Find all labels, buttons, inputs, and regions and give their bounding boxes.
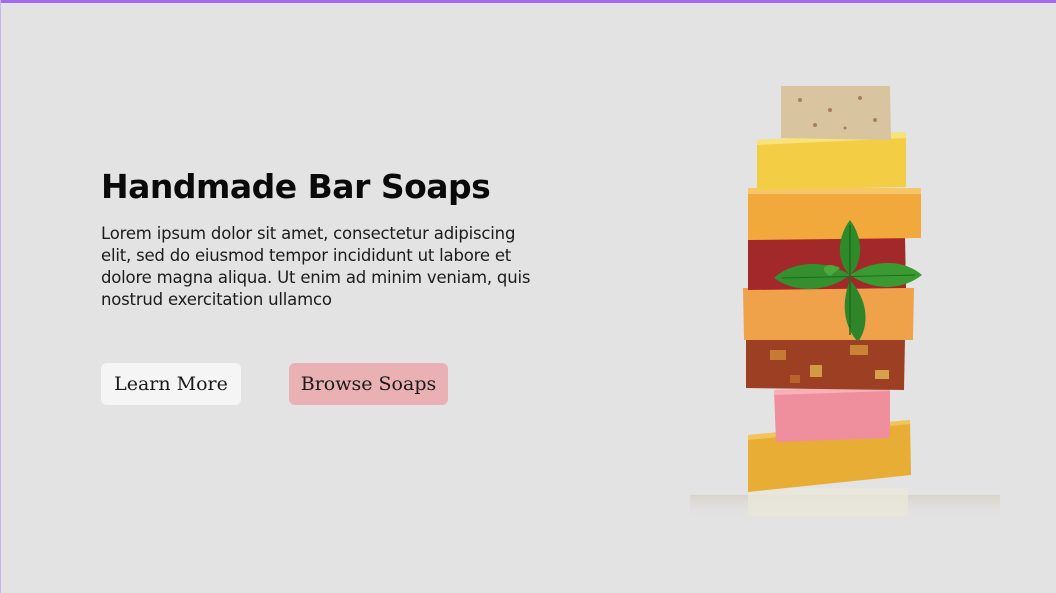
learn-more-button[interactable]: Learn More: [101, 363, 241, 405]
top-accent-bar: [0, 0, 1056, 3]
page-title: Handmade Bar Soaps: [101, 167, 491, 206]
hero-description: Lorem ipsum dolor sit amet, consectetur …: [101, 224, 531, 309]
hero-section: Handmade Bar Soaps Lorem ipsum dolor sit…: [101, 165, 541, 311]
browse-soaps-button[interactable]: Browse Soaps: [289, 363, 448, 405]
left-accent-line: [0, 0, 1, 593]
soap-stack-image: [690, 86, 1000, 520]
